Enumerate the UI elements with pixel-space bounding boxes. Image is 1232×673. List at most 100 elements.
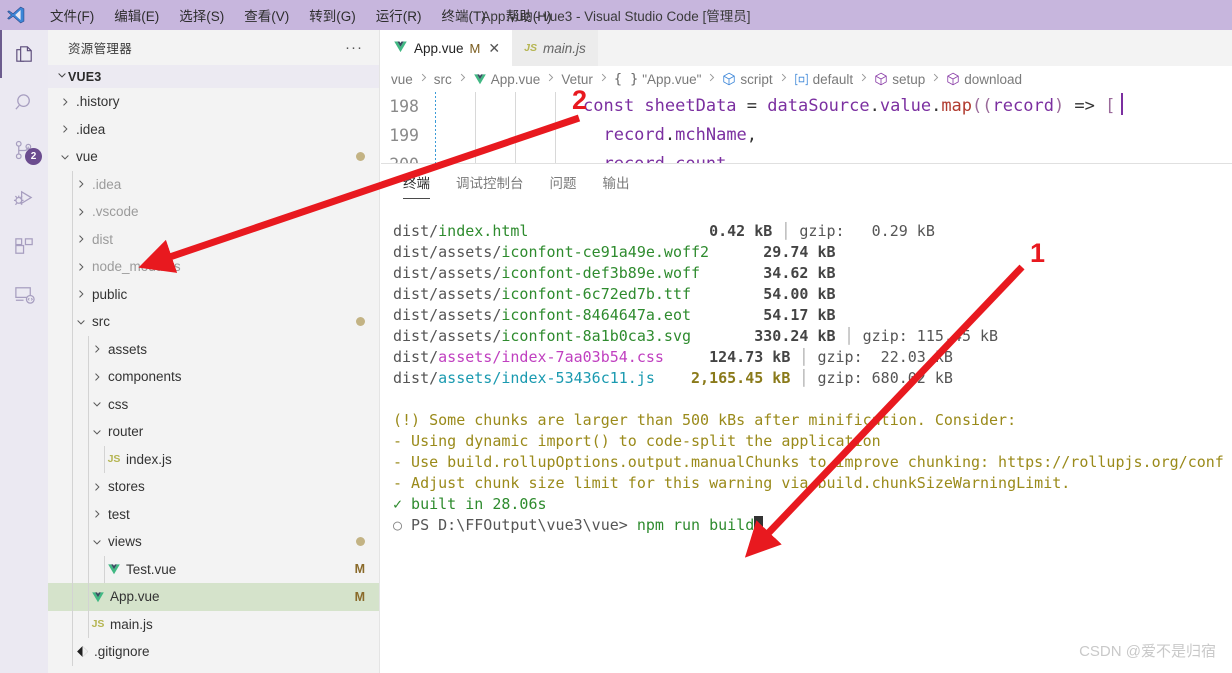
breadcrumb-item-appvue[interactable]: App.vue: [473, 72, 540, 87]
terminal-line: - Use build.rollupOptions.output.manualC…: [393, 453, 1224, 471]
breadcrumb-separator-icon: [544, 72, 557, 86]
breadcrumb-item-download[interactable]: download: [946, 72, 1022, 87]
chevron-right-icon[interactable]: [88, 343, 106, 355]
more-actions-icon[interactable]: ···: [345, 39, 371, 56]
tree-folder--idea[interactable]: .idea: [48, 116, 379, 144]
menu-go[interactable]: 转到(G): [299, 2, 366, 28]
chevron-right-icon[interactable]: [56, 123, 74, 135]
tree-indent-guide: [104, 555, 105, 583]
tree-folder-public[interactable]: public: [48, 280, 379, 308]
chevron-right-icon[interactable]: [56, 96, 74, 108]
tree-file-index-js[interactable]: JS index.js: [48, 445, 379, 473]
tree-indent-guide: [72, 363, 73, 391]
terminal-line: dist/assets/iconfont-8464647a.eot 54.17 …: [393, 306, 836, 324]
editor-tab-main-js[interactable]: JS main.js: [512, 30, 598, 66]
tree-indent-guide: [72, 528, 73, 556]
line-number: 200: [381, 150, 435, 163]
activity-item-search[interactable]: [0, 78, 48, 126]
folder-modified-dot-icon: [356, 152, 365, 162]
editor-tab-app-vue[interactable]: App.vue M ✕: [381, 30, 513, 66]
tree-folder--idea[interactable]: .idea: [48, 170, 379, 198]
git-status-badge: M: [354, 562, 365, 577]
terminal-command: npm run build: [627, 516, 755, 534]
breadcrumb-item-setup[interactable]: setup: [874, 72, 925, 87]
chevron-down-icon[interactable]: [56, 151, 74, 163]
terminal-output[interactable]: dist/index.html 0.42 kB │ gzip: 0.29 kB d…: [381, 199, 1232, 673]
tree-folder-node-modules[interactable]: node_modules: [48, 253, 379, 281]
tree-file--gitignore[interactable]: .gitignore: [48, 638, 379, 666]
tree-indent-guide: [72, 280, 73, 308]
tree-folder--history[interactable]: .history: [48, 88, 379, 116]
editor-tab-label: App.vue: [414, 40, 464, 56]
tree-indent-guide: [72, 445, 73, 473]
terminal-prompt-line[interactable]: ○ PS D:\FFOutput\vue3\vue> npm run build: [393, 515, 1232, 536]
panel-tab-problems[interactable]: 问题: [550, 164, 577, 199]
workspace-root-row[interactable]: VUE3: [48, 65, 379, 88]
tree-indent-guide: [72, 335, 73, 363]
code-editor[interactable]: 198 const sheetData = dataSource.value.ma…: [381, 92, 1232, 164]
breadcrumb-item-script[interactable]: script: [722, 72, 773, 87]
breadcrumb-separator-icon: [597, 72, 610, 86]
chevron-right-icon[interactable]: [72, 288, 90, 300]
tree-file-main-js[interactable]: JS main.js: [48, 610, 379, 638]
tree-indent-guide: [72, 170, 73, 198]
chevron-down-icon[interactable]: [88, 398, 106, 410]
tree-indent-guide: [72, 418, 73, 446]
tree-folder-src[interactable]: src: [48, 308, 379, 336]
chevron-right-icon[interactable]: [88, 371, 106, 383]
tree-folder-css[interactable]: css: [48, 390, 379, 418]
close-icon[interactable]: ✕: [488, 40, 500, 57]
activity-item-extensions[interactable]: [0, 222, 48, 270]
activity-item-run-and-debug[interactable]: [0, 174, 48, 222]
terminal-line: (!) Some chunks are larger than 500 kBs …: [393, 411, 1017, 429]
terminal-line: dist/assets/iconfont-ce91a49e.woff2 29.7…: [393, 243, 836, 261]
tree-folder-vue[interactable]: vue: [48, 143, 379, 171]
code-line-text: record.count,: [583, 154, 737, 164]
search-icon: [13, 91, 36, 114]
breadcrumb-item-vue[interactable]: vue: [391, 72, 413, 87]
menu-edit[interactable]: 编辑(E): [104, 2, 169, 28]
chevron-down-icon: [56, 69, 68, 84]
tree-item-label: index.js: [126, 451, 172, 467]
tree-file-test-vue[interactable]: Test.vue M: [48, 555, 379, 583]
tree-folder-components[interactable]: components: [48, 363, 379, 391]
tree-folder-views[interactable]: views: [48, 528, 379, 556]
tree-item-label: public: [92, 286, 128, 302]
menu-run[interactable]: 运行(R): [366, 2, 432, 28]
chevron-right-icon[interactable]: [72, 206, 90, 218]
chevron-down-icon[interactable]: [88, 536, 106, 548]
tree-indent-guide: [72, 308, 73, 336]
breadcrumb-item-default[interactable]: default: [794, 72, 853, 87]
tree-folder-router[interactable]: router: [48, 418, 379, 446]
chevron-right-icon[interactable]: [72, 178, 90, 190]
tree-file-app-vue[interactable]: App.vue M: [48, 583, 379, 611]
chevron-down-icon[interactable]: [88, 426, 106, 438]
tree-folder-test[interactable]: test: [48, 500, 379, 528]
chevron-right-icon[interactable]: [88, 508, 106, 520]
terminal-line: ✓ built in 28.06s: [393, 495, 547, 513]
breadcrumb-item-appvue[interactable]: { } "App.vue": [614, 71, 702, 87]
menu-view[interactable]: 查看(V): [234, 2, 299, 28]
panel-tab-debug-console[interactable]: 调试控制台: [456, 164, 524, 199]
chevron-right-icon[interactable]: [72, 261, 90, 273]
tree-folder-assets[interactable]: assets: [48, 335, 379, 363]
chevron-right-icon[interactable]: [72, 233, 90, 245]
activity-item-explorer[interactable]: [0, 30, 48, 78]
chevron-right-icon[interactable]: [88, 481, 106, 493]
activity-item-source-control[interactable]: 2: [0, 126, 48, 174]
tree-folder-stores[interactable]: stores: [48, 473, 379, 501]
activity-item-remote-explorer[interactable]: [0, 270, 48, 318]
tree-folder--vscode[interactable]: .vscode: [48, 198, 379, 226]
panel-tab-terminal[interactable]: 终端: [403, 164, 430, 199]
js-file-icon: JS: [524, 42, 537, 54]
menu-help[interactable]: 帮助(H): [496, 2, 562, 28]
chevron-down-icon[interactable]: [72, 316, 90, 328]
breadcrumb-item-src[interactable]: src: [434, 72, 452, 87]
menu-file[interactable]: 文件(F): [40, 2, 104, 28]
line-number: 199: [389, 126, 419, 145]
tree-folder-dist[interactable]: dist: [48, 225, 379, 253]
menu-terminal[interactable]: 终端(T): [432, 2, 496, 28]
menu-selection[interactable]: 选择(S): [169, 2, 234, 28]
panel-tab-output[interactable]: 输出: [603, 164, 630, 199]
